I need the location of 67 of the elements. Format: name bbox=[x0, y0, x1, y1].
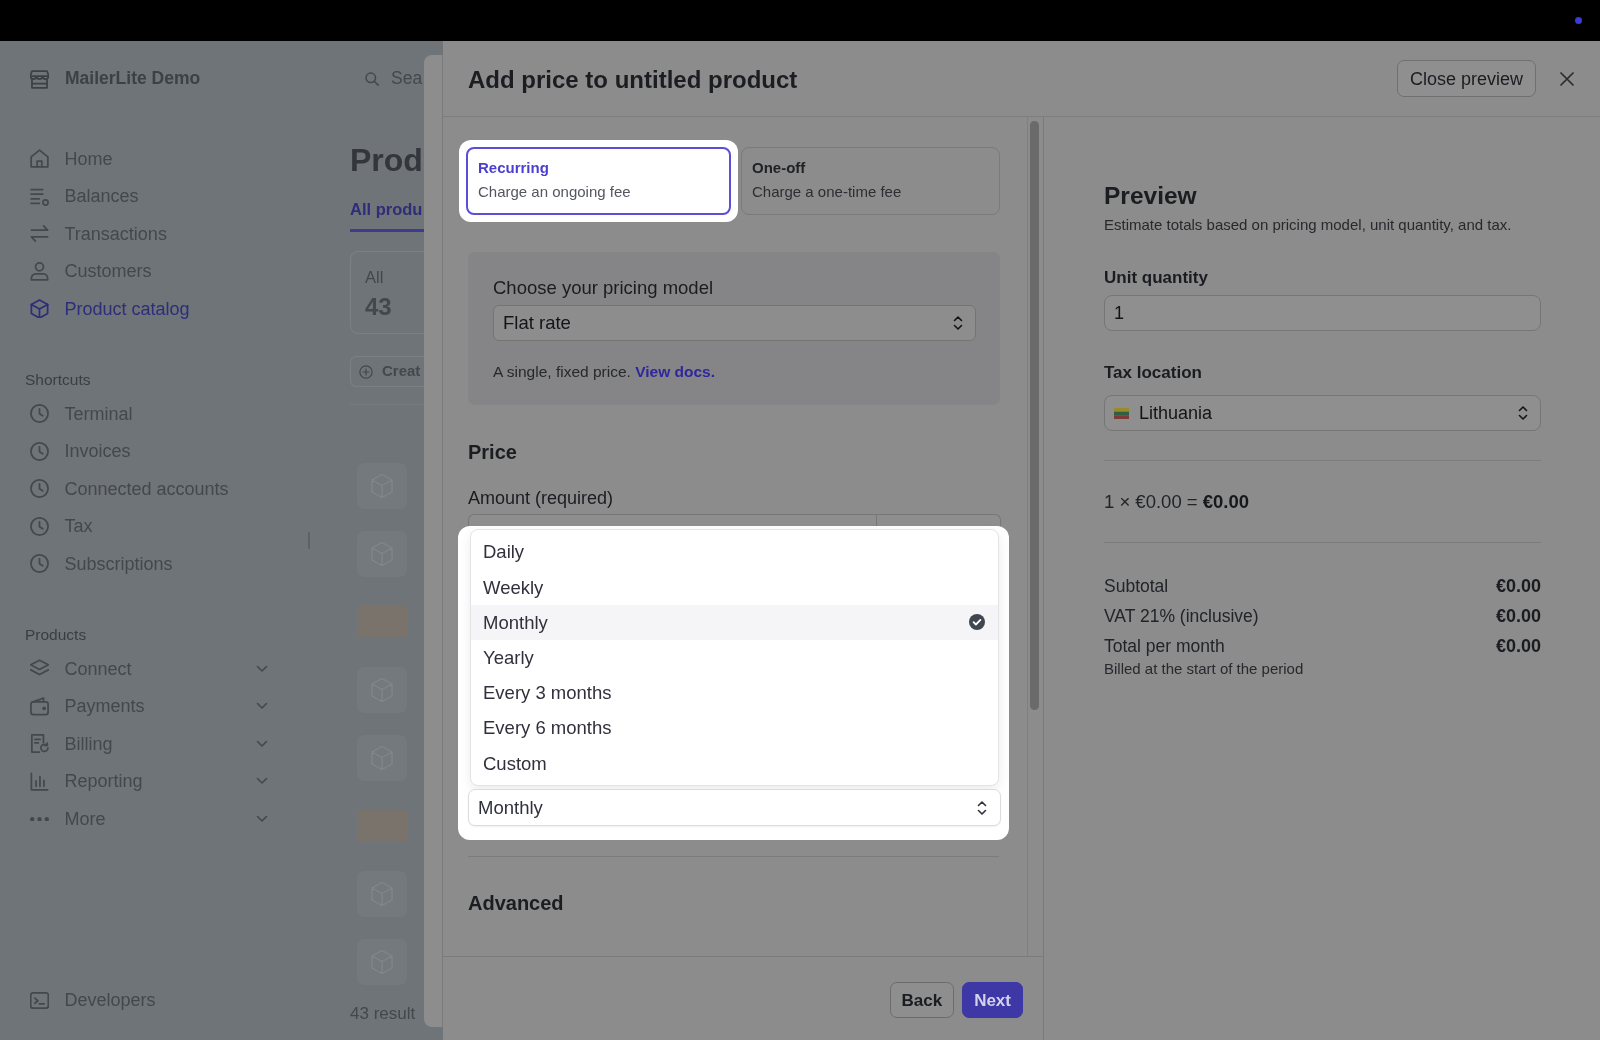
total-label: VAT 21% (inclusive) bbox=[1104, 605, 1259, 627]
amount-field[interactable] bbox=[468, 514, 1001, 526]
list-icon bbox=[30, 186, 49, 206]
next-button[interactable]: Next bbox=[962, 982, 1023, 1018]
menu-option[interactable]: Weekly bbox=[471, 569, 998, 605]
clock-icon bbox=[30, 479, 49, 499]
preview-subtitle: Estimate totals based on pricing model, unit quantity, and tax. bbox=[1104, 215, 1512, 235]
menu-option[interactable]: Daily bbox=[471, 534, 998, 570]
tax-location-select[interactable]: Lithuania bbox=[1104, 395, 1541, 431]
home-icon bbox=[30, 149, 49, 169]
preview-title: Preview bbox=[1104, 181, 1197, 211]
menu-option[interactable]: Every 6 months bbox=[471, 710, 998, 746]
menu-option[interactable]: Monthly bbox=[471, 604, 998, 640]
storefront-icon bbox=[30, 69, 49, 89]
field-label: Amount (required) bbox=[468, 487, 614, 509]
close-icon bbox=[1560, 71, 1574, 86]
total-value: €0.00 bbox=[1495, 575, 1541, 597]
flag-icon bbox=[1114, 407, 1129, 419]
check-circle-icon bbox=[969, 614, 985, 631]
terminal-icon bbox=[30, 990, 49, 1010]
billing-period-select[interactable]: Monthly bbox=[468, 789, 1001, 827]
menu-option[interactable]: Yearly bbox=[471, 639, 998, 676]
receipt-icon bbox=[30, 734, 49, 754]
back-button[interactable]: Back bbox=[889, 982, 955, 1018]
option-title: One-off bbox=[752, 158, 806, 178]
clock-icon bbox=[30, 441, 49, 461]
field-label: Tax location bbox=[1104, 362, 1202, 384]
scrollbar-thumb[interactable] bbox=[1030, 121, 1039, 710]
option-title: Recurring bbox=[478, 158, 549, 178]
total-label: Subtotal bbox=[1104, 575, 1169, 597]
calculation-text: 1 × €0.00 = €0.00 bbox=[1104, 490, 1250, 514]
indicator-dot-icon bbox=[1575, 17, 1582, 24]
chevron-up-down-icon bbox=[953, 315, 963, 331]
section-heading: Price bbox=[468, 440, 517, 465]
bar-chart-icon bbox=[30, 771, 49, 791]
chevron-up-down-icon bbox=[1518, 405, 1528, 421]
field-label: Unit quantity bbox=[1104, 267, 1208, 289]
billing-note: Billed at the start of the period bbox=[1104, 660, 1304, 678]
docs-link[interactable]: View docs. bbox=[635, 363, 715, 380]
wallet-icon bbox=[30, 696, 49, 716]
chevron-up-down-icon bbox=[977, 799, 987, 816]
search-icon bbox=[365, 72, 379, 86]
dialog-title: Add price to untitled product bbox=[468, 64, 799, 95]
cube-icon bbox=[30, 299, 49, 319]
clock-icon bbox=[30, 516, 49, 536]
more-icon bbox=[30, 816, 49, 821]
field-label: Choose your pricing model bbox=[493, 277, 714, 299]
page-heading: Prod bbox=[350, 141, 423, 180]
price-type-card[interactable]: One-off Charge a one-time fee bbox=[741, 147, 1000, 215]
help-text: A single, fixed price. View docs. bbox=[493, 362, 715, 382]
plus-circle-icon bbox=[359, 364, 373, 379]
price-type-card[interactable]: Recurring Charge an ongoing fee bbox=[466, 147, 731, 215]
quantity-field[interactable]: 1 bbox=[1104, 295, 1541, 331]
menu-option[interactable]: Custom bbox=[471, 745, 998, 781]
sidebar-item[interactable]: Product catalog bbox=[30, 290, 190, 328]
clock-icon bbox=[30, 404, 49, 424]
clock-icon bbox=[30, 554, 49, 574]
pricing-model-select[interactable]: Flat rate bbox=[493, 305, 976, 341]
close-preview-button[interactable]: Close preview bbox=[1396, 60, 1536, 97]
total-value: €0.00 bbox=[1495, 605, 1541, 627]
menu-option[interactable]: Every 3 months bbox=[471, 675, 998, 711]
option-description: Charge a one-time fee bbox=[752, 182, 902, 202]
section-heading: Advanced bbox=[468, 891, 564, 917]
option-description: Charge an ongoing fee bbox=[478, 182, 631, 202]
total-label: Total per month bbox=[1104, 635, 1225, 657]
total-value: €0.00 bbox=[1495, 635, 1541, 657]
person-icon bbox=[30, 261, 49, 281]
